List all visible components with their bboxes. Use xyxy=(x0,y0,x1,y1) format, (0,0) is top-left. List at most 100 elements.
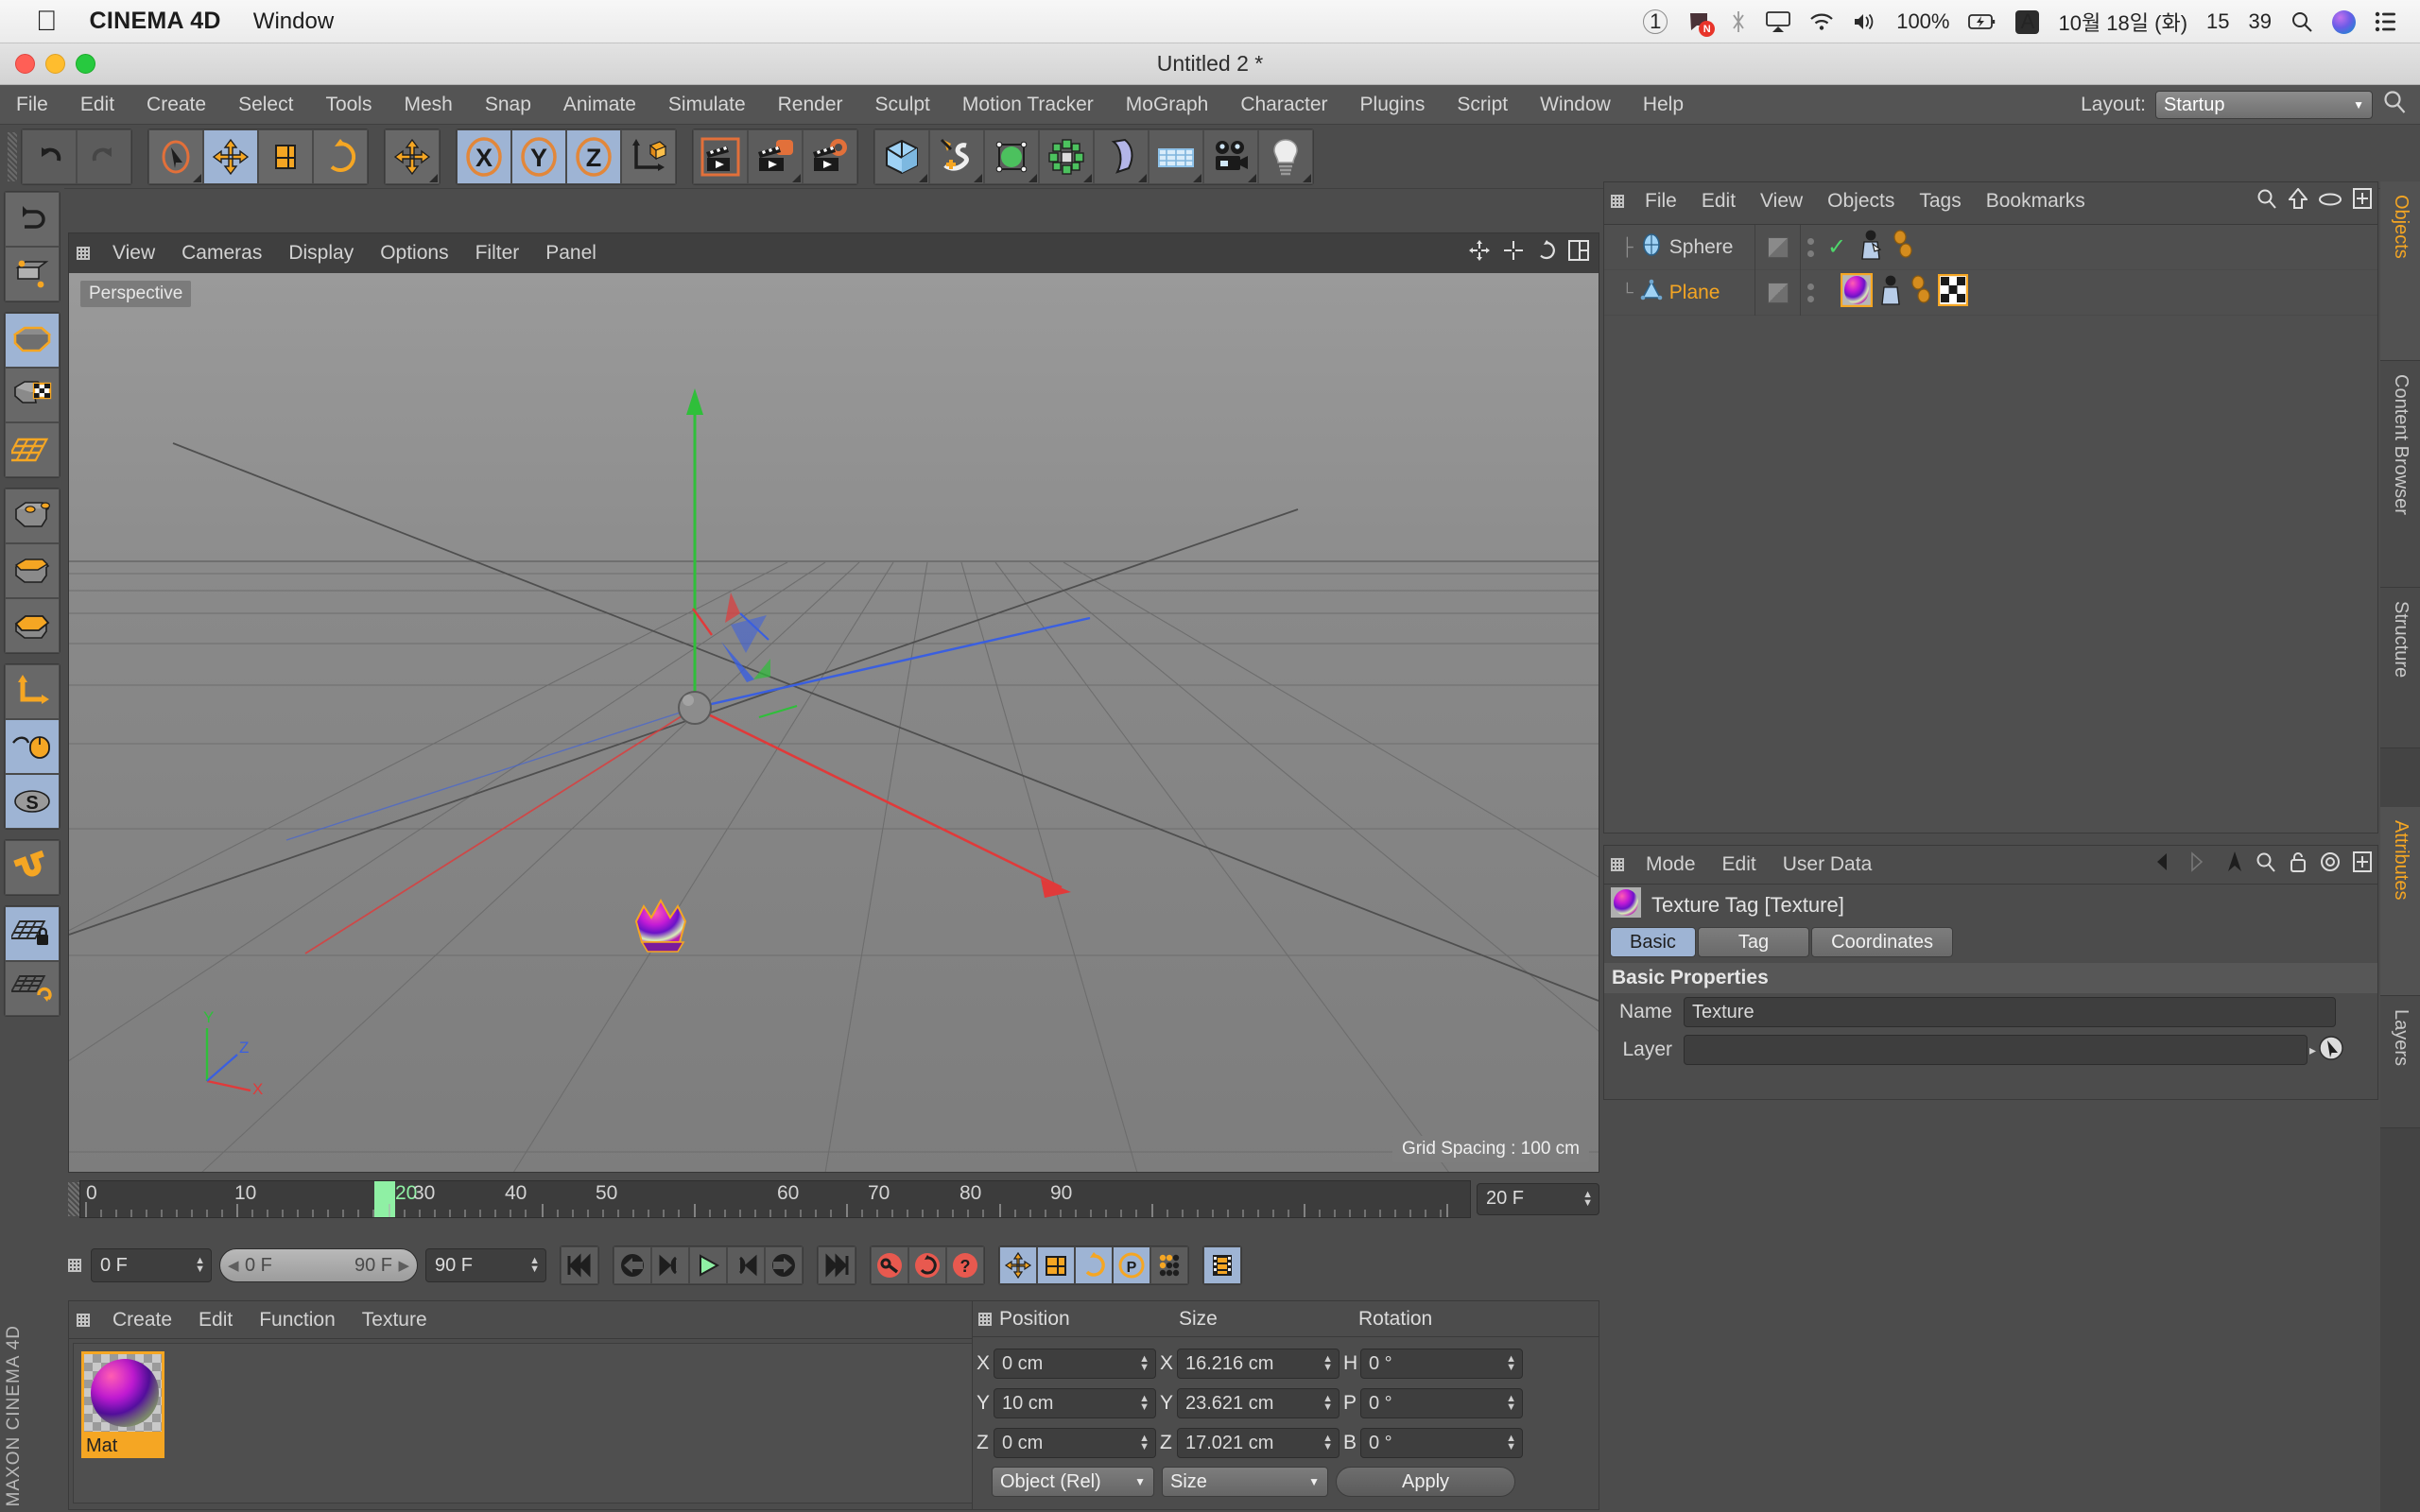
objects-menu-file[interactable]: File xyxy=(1633,190,1689,213)
add-light-button[interactable] xyxy=(1258,129,1313,184)
make-editable-button[interactable] xyxy=(5,247,60,301)
menubar-minute[interactable]: 39 xyxy=(2249,9,2272,34)
world-object-coordinates[interactable] xyxy=(621,129,676,184)
uvw-tag-icon[interactable] xyxy=(1937,273,1969,311)
lock-icon[interactable] xyxy=(2289,850,2308,879)
search-icon[interactable] xyxy=(2256,188,2277,215)
edges-mode-button[interactable] xyxy=(5,543,60,598)
move-duplicate-tool[interactable] xyxy=(385,129,440,184)
parameter-key-button[interactable]: P xyxy=(1113,1246,1150,1284)
enabled-check-icon[interactable]: ✓ xyxy=(1827,233,1846,261)
layer-picker-icon[interactable] xyxy=(2318,1035,2344,1066)
coord-pos-y-field[interactable]: 10 cm ▲ ▼ xyxy=(994,1388,1156,1418)
timeline-button[interactable] xyxy=(1203,1246,1241,1284)
attr-layer-input[interactable] xyxy=(1684,1035,2308,1065)
object-tags-cell[interactable] xyxy=(1846,229,1913,266)
control-center-icon[interactable] xyxy=(2375,11,2397,32)
rotate-view-icon[interactable] xyxy=(1536,240,1557,266)
size-mode-dropdown[interactable]: Size ▼ xyxy=(1162,1467,1328,1497)
render-settings-button[interactable] xyxy=(803,129,857,184)
attr-name-input[interactable]: Texture xyxy=(1684,997,2336,1027)
add-bend-deformer-button[interactable] xyxy=(1094,129,1149,184)
visibility-cell[interactable] xyxy=(1755,269,1801,316)
lock-y-axis[interactable]: Y xyxy=(511,129,566,184)
plus-box-icon[interactable] xyxy=(2353,851,2372,878)
phong-amber-icon[interactable] xyxy=(1910,275,1931,310)
object-name[interactable]: Sphere xyxy=(1669,236,1734,259)
objects-tree[interactable]: ├ Sphere ✓ └ Plane xyxy=(1604,224,2377,833)
move-tool[interactable] xyxy=(203,129,258,184)
previous-frame-button[interactable] xyxy=(651,1246,689,1284)
menu-character[interactable]: Character xyxy=(1224,85,1343,125)
range-right-arrow-icon[interactable]: ▶ xyxy=(398,1257,409,1274)
attributes-menu-mode[interactable]: Mode xyxy=(1633,853,1709,876)
visibility-toggle-icon[interactable] xyxy=(1767,236,1789,258)
texture-tag-icon[interactable] xyxy=(1840,272,1874,312)
menu-plugins[interactable]: Plugins xyxy=(1344,85,1442,125)
bluetooth-icon[interactable] xyxy=(1730,9,1747,34)
panel-grip-icon[interactable] xyxy=(68,1259,81,1272)
coord-size-z-field[interactable]: 17.021 cm ▲ ▼ xyxy=(1177,1428,1340,1458)
current-frame-field[interactable]: 20 F ▲ ▼ xyxy=(1477,1182,1599,1215)
add-cube-button[interactable] xyxy=(874,129,929,184)
points-mode-button[interactable] xyxy=(5,489,60,543)
menu-simulate[interactable]: Simulate xyxy=(652,85,762,125)
spinner-icon[interactable]: ▲ ▼ xyxy=(1322,1394,1333,1413)
menu-animate[interactable]: Animate xyxy=(547,85,652,125)
lock-workplane-button[interactable] xyxy=(5,906,60,961)
menu-snap[interactable]: Snap xyxy=(469,85,547,125)
object-tree-cell[interactable]: └ Plane xyxy=(1604,269,1755,316)
battery-charging-icon[interactable] xyxy=(1968,13,1996,30)
spinner-icon[interactable]: ▲ ▼ xyxy=(529,1256,540,1275)
notification-icon[interactable]: N xyxy=(1686,9,1716,37)
soft-selection-button[interactable]: S xyxy=(5,774,60,829)
menu-window[interactable]: Window xyxy=(1524,85,1627,125)
timeline-grip[interactable] xyxy=(68,1181,79,1216)
space-number-indicator[interactable]: 1 xyxy=(1643,9,1668,34)
panel-grip-icon[interactable] xyxy=(978,1312,992,1326)
spinner-icon[interactable]: ▲ ▼ xyxy=(1139,1434,1150,1452)
menu-item-window[interactable]: Window xyxy=(253,9,334,35)
spinner-icon[interactable]: ▲ ▼ xyxy=(1506,1394,1516,1413)
material-sphere-thumb[interactable] xyxy=(81,1351,164,1435)
viewport-menu-panel[interactable]: Panel xyxy=(532,242,610,265)
spinner-icon[interactable]: ▲ ▼ xyxy=(1322,1354,1333,1373)
rotate-tool[interactable] xyxy=(313,129,368,184)
viewport-object-plane[interactable] xyxy=(615,887,729,972)
objects-menu-objects[interactable]: Objects xyxy=(1815,190,1907,213)
preview-range-slider[interactable]: ◀ 0 F 90 F ▶ xyxy=(219,1248,418,1282)
panel-grip-icon[interactable] xyxy=(1611,858,1624,871)
airplay-icon[interactable] xyxy=(1766,10,1791,33)
dock-tab-attributes[interactable]: Attributes xyxy=(2380,807,2420,996)
objects-menu-tags[interactable]: Tags xyxy=(1907,190,1973,213)
anim-current-frame-field[interactable]: 0 F ▲ ▼ xyxy=(91,1248,212,1282)
object-name[interactable]: Plane xyxy=(1669,282,1720,304)
dock-tab-structure[interactable]: Structure xyxy=(2380,588,2420,748)
coord-rot-b-field[interactable]: 0 ° ▲ ▼ xyxy=(1360,1428,1523,1458)
volume-icon[interactable] xyxy=(1853,11,1877,32)
viewport-menu-options[interactable]: Options xyxy=(367,242,461,265)
siri-icon[interactable] xyxy=(2332,9,2356,34)
anim-max-frame-field[interactable]: 90 F ▲ ▼ xyxy=(425,1248,546,1282)
add-floor-button[interactable] xyxy=(1149,129,1203,184)
apple-icon[interactable]:  xyxy=(36,7,58,36)
attributes-menu-edit[interactable]: Edit xyxy=(1709,853,1770,876)
menu-motion-tracker[interactable]: Motion Tracker xyxy=(946,85,1110,125)
add-array-button[interactable] xyxy=(1039,129,1094,184)
autokeying-button[interactable] xyxy=(908,1246,946,1284)
viewport-menu-view[interactable]: View xyxy=(99,242,168,265)
live-selection-tool[interactable] xyxy=(148,129,203,184)
render-region-button[interactable] xyxy=(748,129,803,184)
menu-sculpt[interactable]: Sculpt xyxy=(859,85,946,125)
menu-script[interactable]: Script xyxy=(1441,85,1524,125)
table-row[interactable]: ├ Sphere ✓ xyxy=(1604,224,2377,270)
menu-create[interactable]: Create xyxy=(130,85,222,125)
apply-button[interactable]: Apply xyxy=(1336,1467,1515,1497)
position-key-button[interactable] xyxy=(999,1246,1037,1284)
spinner-icon[interactable]: ▲ ▼ xyxy=(1506,1434,1516,1452)
lock-z-axis[interactable]: Z xyxy=(566,129,621,184)
add-generator-button[interactable] xyxy=(984,129,1039,184)
model-mode-button[interactable] xyxy=(5,313,60,368)
spinner-icon[interactable]: ▲ ▼ xyxy=(1506,1354,1516,1373)
coord-size-x-field[interactable]: 16.216 cm ▲ ▼ xyxy=(1177,1349,1340,1379)
